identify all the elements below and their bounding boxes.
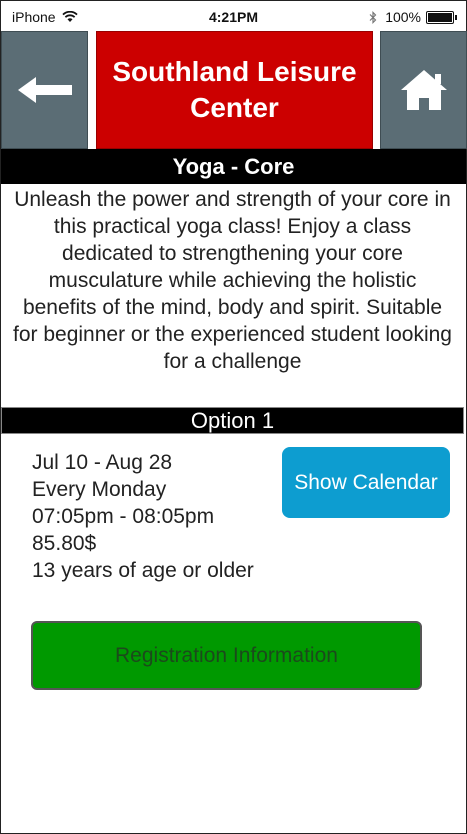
option-day: Every Monday [32,478,167,501]
option-details: Jul 10 - Aug 28 Every Monday 07:05pm - 0… [32,449,254,584]
option-age: 13 years of age or older [32,559,254,582]
show-calendar-button[interactable]: Show Calendar [282,447,450,518]
option-time: 07:05pm - 08:05pm [32,505,215,528]
class-description: Unleash the power and strength of your c… [13,188,452,373]
back-button[interactable] [1,31,88,149]
status-bar: iPhone 4:21PM 100% [1,1,466,31]
home-icon [400,70,447,110]
option-dates: Jul 10 - Aug 28 [32,451,173,474]
registration-information-button[interactable]: Registration Information [31,621,422,690]
option-price: 85.80$ [32,532,97,555]
back-arrow-icon [17,77,72,103]
battery-percent: 100% [385,9,421,25]
bluetooth-icon [369,10,377,24]
option-header: Option 1 [1,407,464,434]
home-button[interactable] [380,31,467,149]
page-title: Southland Leisure Center [96,31,373,149]
battery-icon [426,10,457,24]
status-right: 100% [369,9,457,25]
class-title: Yoga - Core [1,149,466,184]
